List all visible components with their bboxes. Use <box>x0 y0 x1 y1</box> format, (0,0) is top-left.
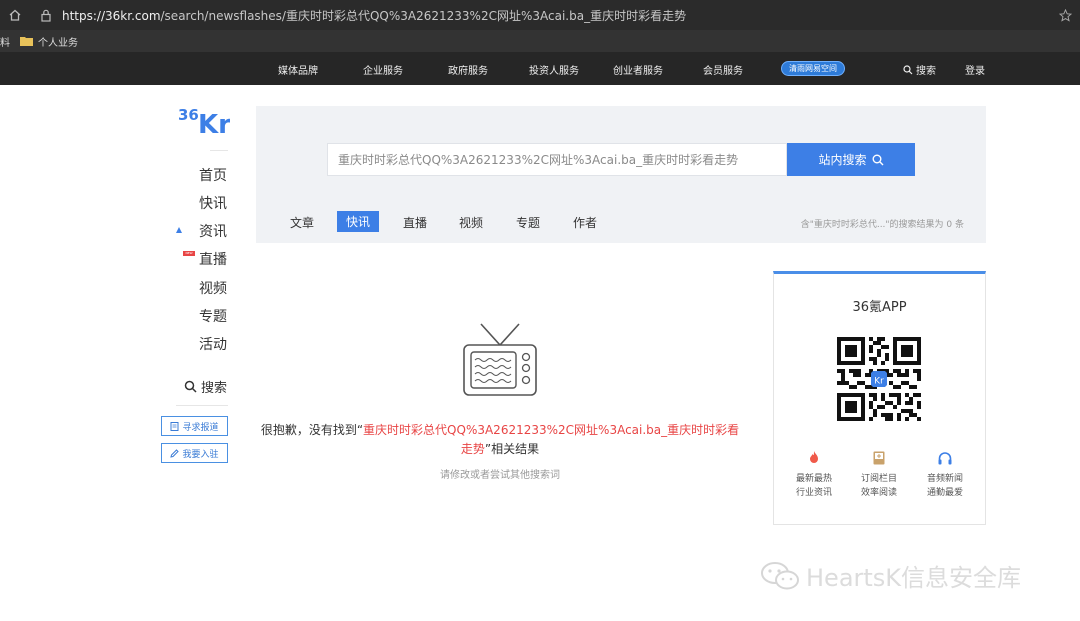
feature-latest-line2: 行业资讯 <box>795 488 832 498</box>
svg-text:Kr: Kr <box>198 110 230 136</box>
tab-video[interactable]: 视频 <box>459 214 483 231</box>
tv-icon <box>463 323 537 396</box>
search-icon <box>903 64 913 74</box>
empty-hint: 请修改或者尝试其他搜索词 <box>440 470 560 481</box>
feature-audio: 音频新闻 通勤最爱 <box>915 450 975 500</box>
search-icon <box>184 380 197 393</box>
search-input[interactable]: 重庆时时彩总代QQ%3A2621233%2C网址%3Acai.ba_重庆时时彩看… <box>327 143 787 176</box>
sidebar-search[interactable]: 搜索 <box>184 377 227 396</box>
search-panel: 重庆时时彩总代QQ%3A2621233%2C网址%3Acai.ba_重庆时时彩看… <box>256 106 986 243</box>
empty-keyword: 重庆时时彩总代QQ%3A2621233%2C网址%3Acai.ba_重庆时时彩看… <box>363 423 740 456</box>
nav-item-investor[interactable]: 投资人服务 <box>529 62 579 77</box>
tab-authors[interactable]: 作者 <box>573 214 597 231</box>
bookmark-folder[interactable]: 个人业务 <box>20 34 78 49</box>
empty-prefix: 很抱歉，没有找到“ <box>260 423 364 437</box>
watermark: HeartsK信息安全库 <box>760 558 1021 593</box>
feature-subscribe-line2: 效率阅读 <box>860 488 897 498</box>
feature-subscribe: 订阅栏目 效率阅读 <box>849 450 909 500</box>
sidebar-item-home[interactable]: 首页 <box>199 165 227 185</box>
tab-newsflash[interactable]: 快讯 <box>337 211 379 232</box>
feature-audio-line1: 音频新闻 <box>926 474 963 484</box>
sidebar-item-topics[interactable]: 专题 <box>199 306 227 326</box>
sidebar-divider-top <box>210 150 228 151</box>
sidebar-item-news[interactable]: 资讯 <box>199 221 227 241</box>
feature-audio-line2: 通勤最爱 <box>926 488 963 498</box>
nav-item-media[interactable]: 媒体品牌 <box>278 62 318 77</box>
sidebar-search-label: 搜索 <box>201 381 228 396</box>
nav-item-founder[interactable]: 创业者服务 <box>613 62 663 77</box>
tab-topics[interactable]: 专题 <box>516 214 540 231</box>
bookmark-folder-label: 个人业务 <box>38 37 78 49</box>
sidebar-item-events[interactable]: 活动 <box>199 334 227 354</box>
url-path: /search/newsflashes/重庆时时彩总代QQ%3A2621233%… <box>160 8 687 23</box>
nav-item-government[interactable]: 政府服务 <box>448 62 488 77</box>
nav-promo-badge[interactable]: 清雨网易空间 <box>781 61 845 76</box>
flame-icon <box>810 451 818 463</box>
sidebar-divider <box>176 405 228 406</box>
site-top-nav: 媒体品牌 企业服务 政府服务 投资人服务 创业者服务 会员服务 清雨网易空间 搜… <box>0 52 1080 85</box>
seek-coverage-button[interactable]: 寻求报道 <box>161 416 228 436</box>
svg-text:Kr: Kr <box>874 376 884 386</box>
sidebar-item-live[interactable]: 直播 <box>199 249 227 269</box>
url-domain: https://36kr.com <box>62 8 161 23</box>
nav-item-enterprise[interactable]: 企业服务 <box>363 62 403 77</box>
wechat-icon <box>761 561 799 589</box>
edit-icon <box>170 448 180 458</box>
watermark-text: HeartsK信息安全库 <box>806 564 1022 592</box>
document-icon <box>170 421 179 431</box>
nav-item-member[interactable]: 会员服务 <box>703 62 743 77</box>
url-field[interactable]: https://36kr.com/search/newsflashes/重庆时时… <box>62 7 686 24</box>
headphones-icon <box>938 452 952 465</box>
login-link[interactable]: 登录 <box>965 62 985 77</box>
home-icon[interactable] <box>4 4 26 26</box>
nav-search-button[interactable]: 搜索 <box>903 62 936 77</box>
folder-icon <box>20 37 33 46</box>
sidebar-item-video[interactable]: 视频 <box>199 278 227 298</box>
qr-code-icon[interactable]: Kr <box>837 337 921 421</box>
feature-latest-line1: 最新最热 <box>795 474 832 484</box>
new-badge: NEW <box>183 251 195 256</box>
tab-articles[interactable]: 文章 <box>290 214 314 231</box>
join-label: 我要入驻 <box>182 449 219 460</box>
sidebar-item-newsflash[interactable]: 快讯 <box>199 193 227 213</box>
app-download-card: 36氪APP Kr 最新最热 行业资讯 订阅栏目 效率阅读 音频新闻 通勤最爱 <box>773 271 986 525</box>
browser-address-bar: https://36kr.com/search/newsflashes/重庆时时… <box>0 0 1080 30</box>
site-search-button[interactable]: 站内搜索 <box>787 143 915 176</box>
site-logo[interactable]: 36 Kr <box>178 104 231 140</box>
tab-live[interactable]: 直播 <box>403 214 427 231</box>
search-icon <box>872 154 883 165</box>
bookmark-star-icon[interactable] <box>1056 6 1074 24</box>
empty-suffix: ”相关结果 <box>484 442 540 456</box>
svg-text:36: 36 <box>178 106 199 124</box>
feature-subscribe-line1: 订阅栏目 <box>860 474 897 484</box>
app-card-title: 36氪APP <box>852 300 907 315</box>
bookmark-truncated[interactable]: 料 <box>0 34 10 49</box>
feature-latest: 最新最热 行业资讯 <box>784 450 844 500</box>
book-icon <box>873 451 885 465</box>
join-button[interactable]: 我要入驻 <box>161 443 228 463</box>
seek-coverage-label: 寻求报道 <box>182 422 219 433</box>
empty-message: 很抱歉，没有找到“重庆时时彩总代QQ%3A2621233%2C网址%3Acai.… <box>258 421 742 459</box>
bookmarks-bar: 料 个人业务 <box>0 30 1080 52</box>
nav-search-label: 搜索 <box>916 66 936 77</box>
caret-up-icon <box>176 227 182 233</box>
result-count: 含"重庆时时彩总代..."的搜索结果为 0 条 <box>800 220 964 230</box>
site-search-label: 站内搜索 <box>818 153 867 167</box>
lock-icon <box>38 6 54 24</box>
